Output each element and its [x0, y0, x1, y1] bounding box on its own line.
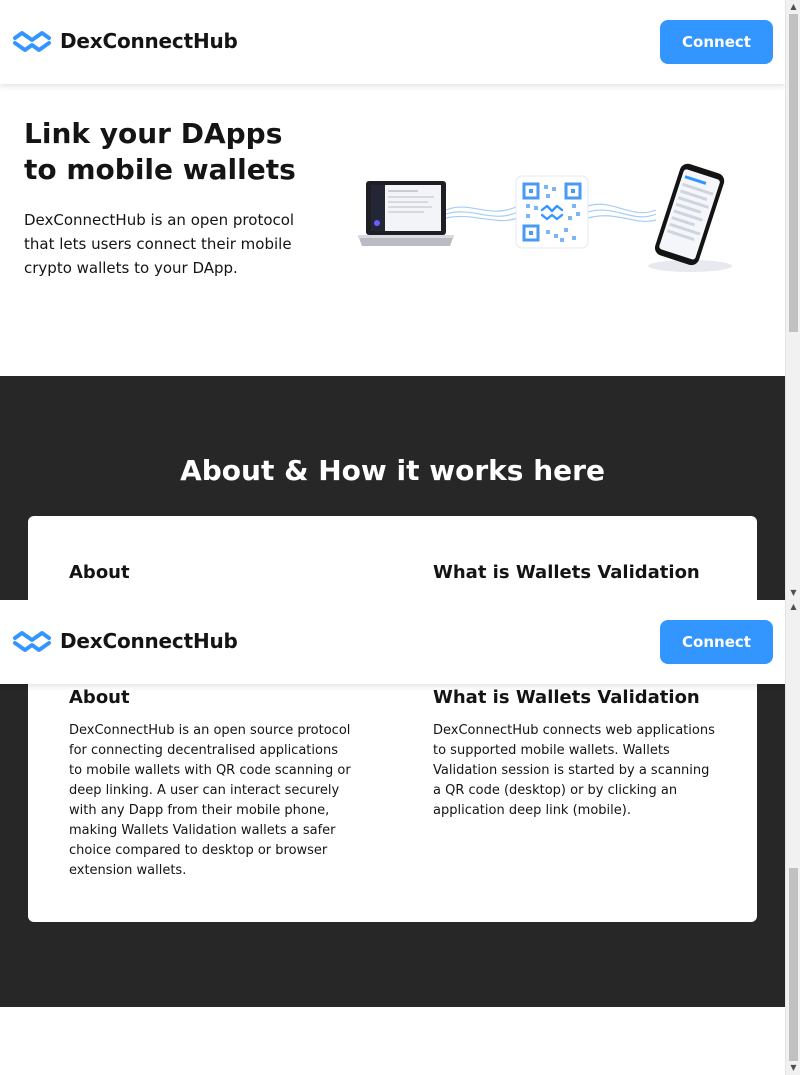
brand[interactable]: DexConnectHub: [12, 626, 238, 656]
scroll-down-arrow-icon[interactable]: ▼: [786, 1061, 800, 1075]
hero-illustration: [358, 163, 732, 272]
brand[interactable]: DexConnectHub: [12, 26, 238, 56]
navbar: DexConnectHub Connect: [0, 0, 785, 84]
page-viewport-scrolled: About DexConnectHub is an open source pr…: [0, 600, 785, 1075]
connect-button[interactable]: Connect: [660, 20, 773, 64]
walletconnect-wave-icon: [13, 31, 51, 52]
scroll-up-arrow-icon[interactable]: ▲: [786, 0, 800, 14]
connect-button[interactable]: Connect: [660, 620, 773, 664]
validation-title: What is Wallets Validation: [433, 562, 700, 583]
scrollbar-thumb[interactable]: [789, 14, 798, 332]
page-scrollbar-scrolled[interactable]: ▲ ▼: [785, 600, 800, 1075]
scrollbar-thumb[interactable]: [789, 868, 798, 1061]
page-scrollbar[interactable]: ▲ ▼: [785, 0, 800, 600]
brand-name: DexConnectHub: [60, 29, 238, 53]
scroll-down-arrow-icon[interactable]: ▼: [786, 586, 800, 600]
about-section: About & How it works here About What is …: [0, 376, 785, 600]
about-title: About: [69, 562, 130, 583]
about-section-heading: About & How it works here: [180, 454, 605, 487]
sticky-navbar: DexConnectHub Connect: [0, 600, 785, 684]
about-text: DexConnectHub is an open source protocol…: [69, 723, 351, 878]
hero-title: Link your DApps to mobile wallets: [24, 117, 296, 186]
laptop-icon: [358, 181, 454, 246]
qr-code-icon: [515, 175, 589, 249]
about-card: About What is Wallets Validation: [28, 516, 757, 600]
walletconnect-wave-icon: [13, 631, 51, 652]
about-title: About: [69, 687, 130, 708]
validation-title: What is Wallets Validation: [433, 687, 700, 708]
scroll-up-arrow-icon[interactable]: ▲: [786, 600, 800, 614]
hero-section: Link your DApps to mobile wallets DexCon…: [0, 84, 785, 376]
page-viewport: DexConnectHub Connect Link your DApps to…: [0, 0, 785, 600]
brand-name: DexConnectHub: [60, 629, 238, 653]
browser-frame-top: DexConnectHub Connect Link your DApps to…: [0, 0, 800, 600]
validation-text: DexConnectHub connects web applications …: [433, 723, 715, 818]
browser-frame-scrolled: About DexConnectHub is an open source pr…: [0, 600, 800, 1075]
hero-description: DexConnectHub is an open protocol that l…: [24, 211, 295, 277]
smartphone-icon: [648, 163, 732, 272]
